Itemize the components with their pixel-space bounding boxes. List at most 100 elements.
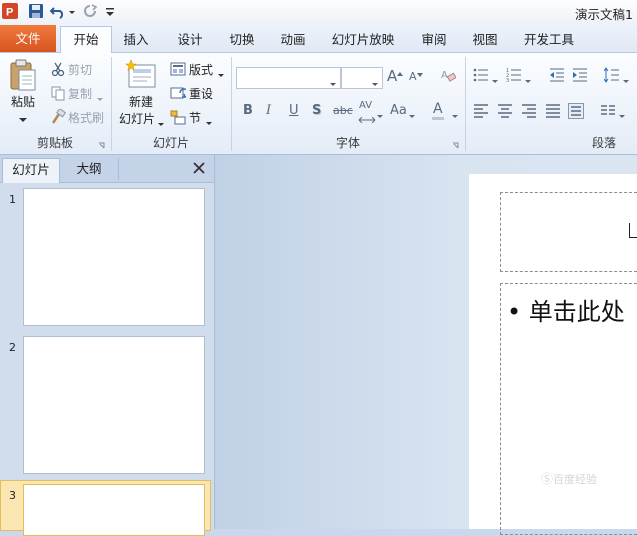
copy-label[interactable]: 复制 [68,85,92,102]
slide-number: 1 [9,193,16,206]
numbering-dropdown-icon[interactable] [525,73,531,87]
reset-label[interactable]: 重设 [189,85,213,102]
window-title: 演示文稿1 [575,7,633,22]
character-spacing-dropdown-icon[interactable] [377,108,383,122]
cut-icon[interactable] [50,61,66,77]
layout-icon[interactable] [170,61,186,77]
body-placeholder-text: • 单击此处 [507,298,625,326]
decrease-indent-icon[interactable] [549,67,565,83]
columns-dropdown-icon[interactable] [619,108,625,122]
reset-icon[interactable] [170,85,189,101]
slide-thumbnail[interactable] [23,188,205,326]
font-color-button[interactable]: A [433,101,443,117]
tab-home[interactable]: 开始 [60,26,112,54]
slide-thumbnail-selected[interactable] [23,484,205,536]
tab-developer[interactable]: 开发工具 [518,28,580,52]
format-painter-label[interactable]: 格式刷 [68,109,104,126]
tab-view[interactable]: 视图 [465,28,505,52]
font-size-dropdown-icon[interactable] [372,76,378,90]
clear-formatting-icon[interactable]: A [440,67,457,83]
slides-panel: 幻灯片 大纲 1 2 3 [0,155,215,536]
change-case-dropdown-icon[interactable] [409,108,415,122]
character-spacing-button[interactable]: AV [359,100,372,111]
close-panel-icon[interactable] [193,162,205,177]
align-left-icon[interactable] [473,103,489,119]
distributed-icon[interactable] [568,103,584,119]
font-dialog-launcher-icon[interactable] [452,139,460,153]
paste-icon[interactable] [6,57,40,95]
font-size-combo[interactable] [341,67,383,89]
title-placeholder-text-fragment [629,223,637,238]
copy-dropdown-icon[interactable] [97,91,103,105]
line-spacing-dropdown-icon[interactable] [623,73,629,87]
font-group-label: 字体 [335,136,360,150]
shadow-button[interactable]: S [312,103,321,118]
bullets-dropdown-icon[interactable] [492,73,498,87]
numbering-icon[interactable]: 123 [506,67,522,84]
save-icon[interactable] [28,3,44,19]
grow-font-button[interactable]: A [387,67,397,85]
layout-label[interactable]: 版式 [189,61,213,78]
customize-quick-access-icon[interactable] [105,3,115,19]
align-right-icon[interactable] [521,103,537,119]
align-center-icon[interactable] [497,103,513,119]
clipboard-dialog-launcher-icon[interactable] [98,139,106,153]
paragraph-group-label: 段落 [591,136,616,150]
justify-icon[interactable] [545,103,561,119]
tab-design[interactable]: 设计 [170,28,210,52]
font-name-dropdown-icon[interactable] [330,76,336,90]
copy-icon[interactable] [50,85,66,101]
shrink-font-button[interactable]: A [409,70,417,83]
title-bar: P 演示文稿1 [0,0,637,24]
new-slide-label-line2[interactable]: 幻灯片 [119,110,155,127]
tab-insert[interactable]: 插入 [116,28,156,52]
tab-outline[interactable]: 大纲 [60,158,119,180]
slides-group-label: 幻灯片 [152,136,189,150]
new-slide-dropdown-icon[interactable] [158,116,164,130]
slide-thumbnail[interactable] [23,336,205,474]
font-color-dropdown-icon[interactable] [452,108,458,122]
title-placeholder[interactable] [500,192,637,272]
clipboard-group-label: 剪贴板 [36,136,73,150]
slide-number: 2 [9,341,16,354]
paste-dropdown-icon[interactable] [19,113,27,127]
grow-font-arrow-icon [397,66,403,80]
tab-review[interactable]: 审阅 [414,28,454,52]
paste-label[interactable]: 粘贴 [11,93,35,110]
body-placeholder[interactable]: • 单击此处 [500,283,637,535]
slide-number: 3 [9,489,16,502]
ribbon: 粘贴 剪切 复制 格式刷 剪贴板 新建 幻灯片 版式 重设 节 幻灯片 A A … [0,53,637,155]
section-label[interactable]: 节 [189,109,201,126]
underline-button[interactable]: U [289,103,299,118]
undo-dropdown-icon[interactable] [68,3,76,19]
change-case-button[interactable]: Aa [390,103,407,118]
tab-slides[interactable]: 幻灯片 [2,158,60,183]
undo-icon[interactable] [49,3,66,19]
tab-file[interactable]: 文件 [0,25,56,52]
character-spacing-arrows-icon [358,112,376,126]
tab-slideshow[interactable]: 幻灯片放映 [326,28,400,52]
columns-icon[interactable] [600,103,616,119]
svg-text:P: P [6,7,13,19]
redo-icon[interactable] [82,3,98,19]
new-slide-label-line1[interactable]: 新建 [129,93,153,110]
shrink-font-arrow-icon [417,67,423,81]
ribbon-tab-bar: 文件 开始 插入 设计 切换 动画 幻灯片放映 审阅 视图 开发工具 [0,24,637,54]
strikethrough-button[interactable]: abc [333,104,353,117]
tab-transitions[interactable]: 切换 [222,28,262,52]
section-icon[interactable] [170,109,186,125]
bold-button[interactable]: B [243,103,253,118]
font-name-combo[interactable] [236,67,341,89]
bullets-icon[interactable] [473,67,489,83]
powerpoint-logo-icon: P [2,3,18,19]
line-spacing-icon[interactable] [603,67,620,83]
italic-button[interactable]: I [266,103,271,118]
format-painter-icon[interactable] [50,107,67,125]
section-dropdown-icon[interactable] [206,115,212,129]
increase-indent-icon[interactable] [572,67,588,83]
tab-animations[interactable]: 动画 [273,28,313,52]
cut-label[interactable]: 剪切 [68,61,92,78]
layout-dropdown-icon[interactable] [218,67,224,81]
font-color-swatch [432,117,444,120]
new-slide-icon[interactable] [124,59,158,91]
